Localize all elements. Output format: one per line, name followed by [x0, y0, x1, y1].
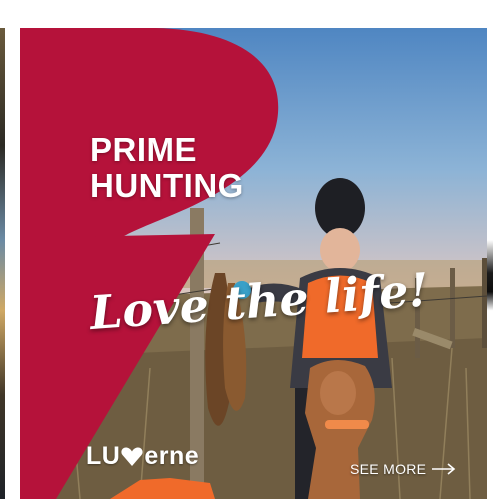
hunting-ad-banner[interactable]: PRIME HUNTING Love the life! LU erne SEE… [20, 28, 487, 499]
brand-logo: LU erne [86, 442, 199, 471]
brand-logo-part-2: erne [144, 442, 200, 470]
see-more-link[interactable]: SEE MORE [350, 461, 456, 477]
adjacent-photo-strip-left [0, 28, 5, 499]
ad-headline: PRIME HUNTING [90, 132, 244, 204]
arrow-right-icon [432, 463, 456, 475]
adjacent-photo-strip-right [487, 28, 493, 499]
heart-v-icon [121, 446, 143, 466]
brand-logo-part-1: LU [86, 442, 121, 470]
headline-line-2: HUNTING [90, 167, 244, 204]
see-more-label: SEE MORE [350, 461, 427, 477]
headline-line-1: PRIME [90, 131, 198, 168]
